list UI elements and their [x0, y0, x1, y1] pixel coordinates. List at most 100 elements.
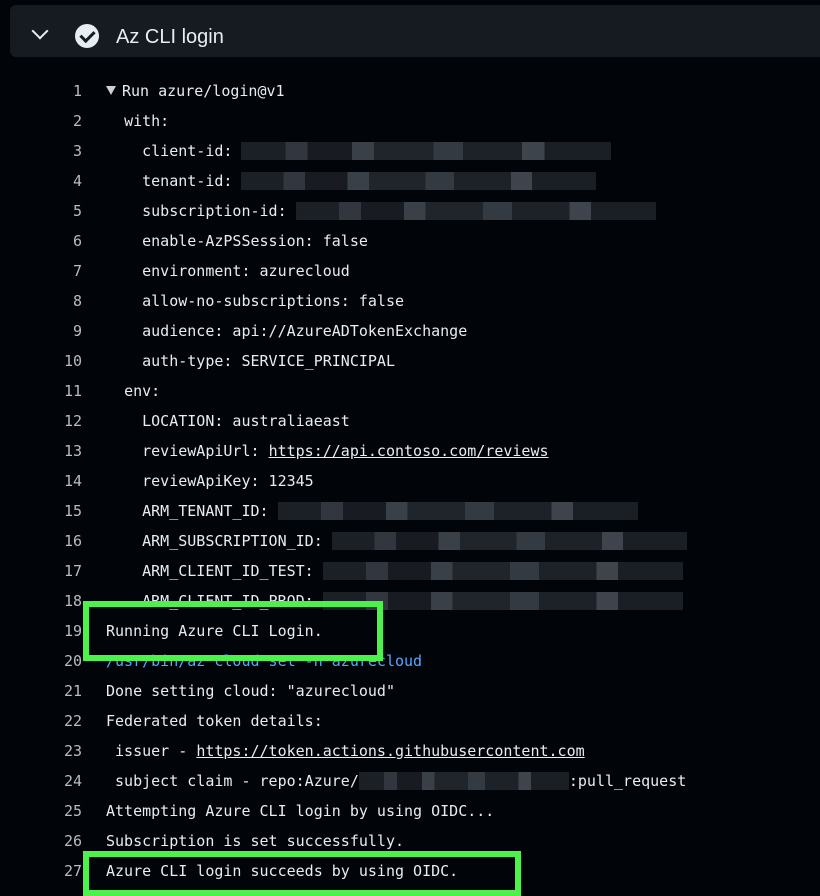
log-line-content: client-id:	[106, 136, 612, 166]
log-text: tenant-id:	[142, 172, 242, 190]
log-line-content: subscription-id:	[106, 196, 656, 226]
log-text: reviewApiKey: 12345	[142, 472, 314, 490]
log-text: Run azure/login@v1	[122, 82, 285, 100]
redacted-value	[322, 562, 683, 580]
line-number[interactable]: 20	[40, 646, 82, 676]
log-text-suffix: :pull_request	[568, 772, 687, 790]
log-line-content: Federated token details:	[106, 706, 323, 736]
line-number[interactable]: 11	[40, 376, 82, 406]
log-line-content: tenant-id:	[106, 166, 597, 196]
log-line: 5 subscription-id:	[0, 196, 820, 226]
line-number[interactable]: 25	[40, 796, 82, 826]
log-line: 17 ARM_CLIENT_ID_TEST:	[0, 556, 820, 586]
log-line: 7 environment: azurecloud	[0, 256, 820, 286]
log-line-content: reviewApiKey: 12345	[106, 466, 314, 496]
log-text: environment: azurecloud	[142, 262, 350, 280]
line-number[interactable]: 7	[40, 256, 82, 286]
line-number[interactable]: 6	[40, 226, 82, 256]
log-text: ARM_SUBSCRIPTION_ID:	[142, 532, 332, 550]
redacted-value	[331, 532, 687, 550]
line-number[interactable]: 8	[40, 286, 82, 316]
line-number[interactable]: 10	[40, 346, 82, 376]
log-text: subscription-id:	[142, 202, 296, 220]
log-line-content: issuer - https://token.actions.githubuse…	[106, 736, 585, 766]
line-number[interactable]: 19	[40, 616, 82, 646]
log-line: 10 auth-type: SERVICE_PRINCIPAL	[0, 346, 820, 376]
check-circle-icon	[75, 24, 99, 48]
log-line: 4 tenant-id:	[0, 166, 820, 196]
log-line: 3 client-id:	[0, 136, 820, 166]
log-text: auth-type: SERVICE_PRINCIPAL	[142, 352, 395, 370]
line-number[interactable]: 23	[40, 736, 82, 766]
log-text: issuer -	[115, 742, 197, 760]
line-number[interactable]: 22	[40, 706, 82, 736]
line-number[interactable]: 9	[40, 316, 82, 346]
line-number[interactable]: 2	[40, 106, 82, 136]
log-line: 2 with:	[0, 106, 820, 136]
line-number[interactable]: 14	[40, 466, 82, 496]
line-number[interactable]: 16	[40, 526, 82, 556]
log-text: subject claim - repo:Azure/	[115, 772, 359, 790]
log-text: with:	[124, 112, 170, 130]
log-line: 14 reviewApiKey: 12345	[0, 466, 820, 496]
log-line: 1 Run azure/login@v1	[0, 76, 820, 106]
log-line-content: ARM_SUBSCRIPTION_ID:	[106, 526, 687, 556]
log-line-content: Done setting cloud: "azurecloud"	[106, 676, 395, 706]
log-line-content: audience: api://AzureADTokenExchange	[106, 316, 467, 346]
log-text: enable-AzPSSession: false	[142, 232, 368, 250]
line-number[interactable]: 18	[40, 586, 82, 616]
log-line: 11 env:	[0, 376, 820, 406]
line-number[interactable]: 17	[40, 556, 82, 586]
log-text: Done setting cloud: "azurecloud"	[106, 682, 395, 700]
redacted-value	[277, 502, 638, 520]
chevron-down-icon[interactable]	[31, 22, 49, 40]
log-text: reviewApiUrl:	[142, 442, 269, 460]
log-line: 8 allow-no-subscriptions: false	[0, 286, 820, 316]
redacted-value	[358, 772, 569, 790]
log-output: 1 Run azure/login@v1 2 with: 3 client-id: 4…	[0, 76, 820, 886]
log-text: allow-no-subscriptions: false	[142, 292, 405, 310]
log-text: audience: api://AzureADTokenExchange	[142, 322, 468, 340]
line-number[interactable]: 5	[40, 196, 82, 226]
log-text: client-id:	[142, 142, 242, 160]
log-line: 13 reviewApiUrl: https://api.contoso.com…	[0, 436, 820, 466]
line-number[interactable]: 1	[40, 76, 82, 106]
log-text: ARM_CLIENT_ID_TEST:	[142, 562, 323, 580]
log-link[interactable]: https://api.contoso.com/reviews	[269, 442, 549, 460]
log-line: 24 subject claim - repo:Azure/ :pull_requ…	[0, 766, 820, 796]
log-line-content: enable-AzPSSession: false	[106, 226, 368, 256]
redacted-value	[295, 202, 656, 220]
log-line-content: ARM_CLIENT_ID_TEST:	[106, 556, 683, 586]
line-number[interactable]: 4	[40, 166, 82, 196]
log-line-content: ARM_TENANT_ID:	[106, 496, 638, 526]
caret-down-icon[interactable]	[106, 86, 116, 95]
redacted-value	[241, 172, 597, 190]
log-line: 23 issuer - https://token.actions.github…	[0, 736, 820, 766]
log-line-content: environment: azurecloud	[106, 256, 350, 286]
log-link[interactable]: https://token.actions.githubusercontent.…	[196, 742, 584, 760]
redacted-value	[241, 142, 612, 160]
line-number[interactable]: 24	[40, 766, 82, 796]
line-number[interactable]: 26	[40, 826, 82, 856]
log-text: LOCATION: australiaeast	[142, 412, 350, 430]
step-header[interactable]: Az CLI login	[10, 5, 820, 57]
line-number[interactable]: 13	[40, 436, 82, 466]
log-text: Federated token details:	[106, 712, 323, 730]
log-line: 25 Attempting Azure CLI login by using OI…	[0, 796, 820, 826]
line-number[interactable]: 15	[40, 496, 82, 526]
log-text: env:	[124, 382, 161, 400]
log-text: ARM_TENANT_ID:	[142, 502, 278, 520]
log-line-content: subject claim - repo:Azure/ :pull_request	[106, 766, 686, 796]
log-line: 12 LOCATION: australiaeast	[0, 406, 820, 436]
line-number[interactable]: 3	[40, 136, 82, 166]
step-title: Az CLI login	[116, 26, 224, 48]
log-line: 9 audience: api://AzureADTokenExchange	[0, 316, 820, 346]
log-line-content: reviewApiUrl: https://api.contoso.com/re…	[106, 436, 549, 466]
log-line: 22 Federated token details:	[0, 706, 820, 736]
highlight-box	[83, 601, 383, 661]
log-line: 16 ARM_SUBSCRIPTION_ID:	[0, 526, 820, 556]
line-number[interactable]: 27	[40, 856, 82, 886]
line-number[interactable]: 21	[40, 676, 82, 706]
line-number[interactable]: 12	[40, 406, 82, 436]
highlight-box	[83, 851, 521, 896]
